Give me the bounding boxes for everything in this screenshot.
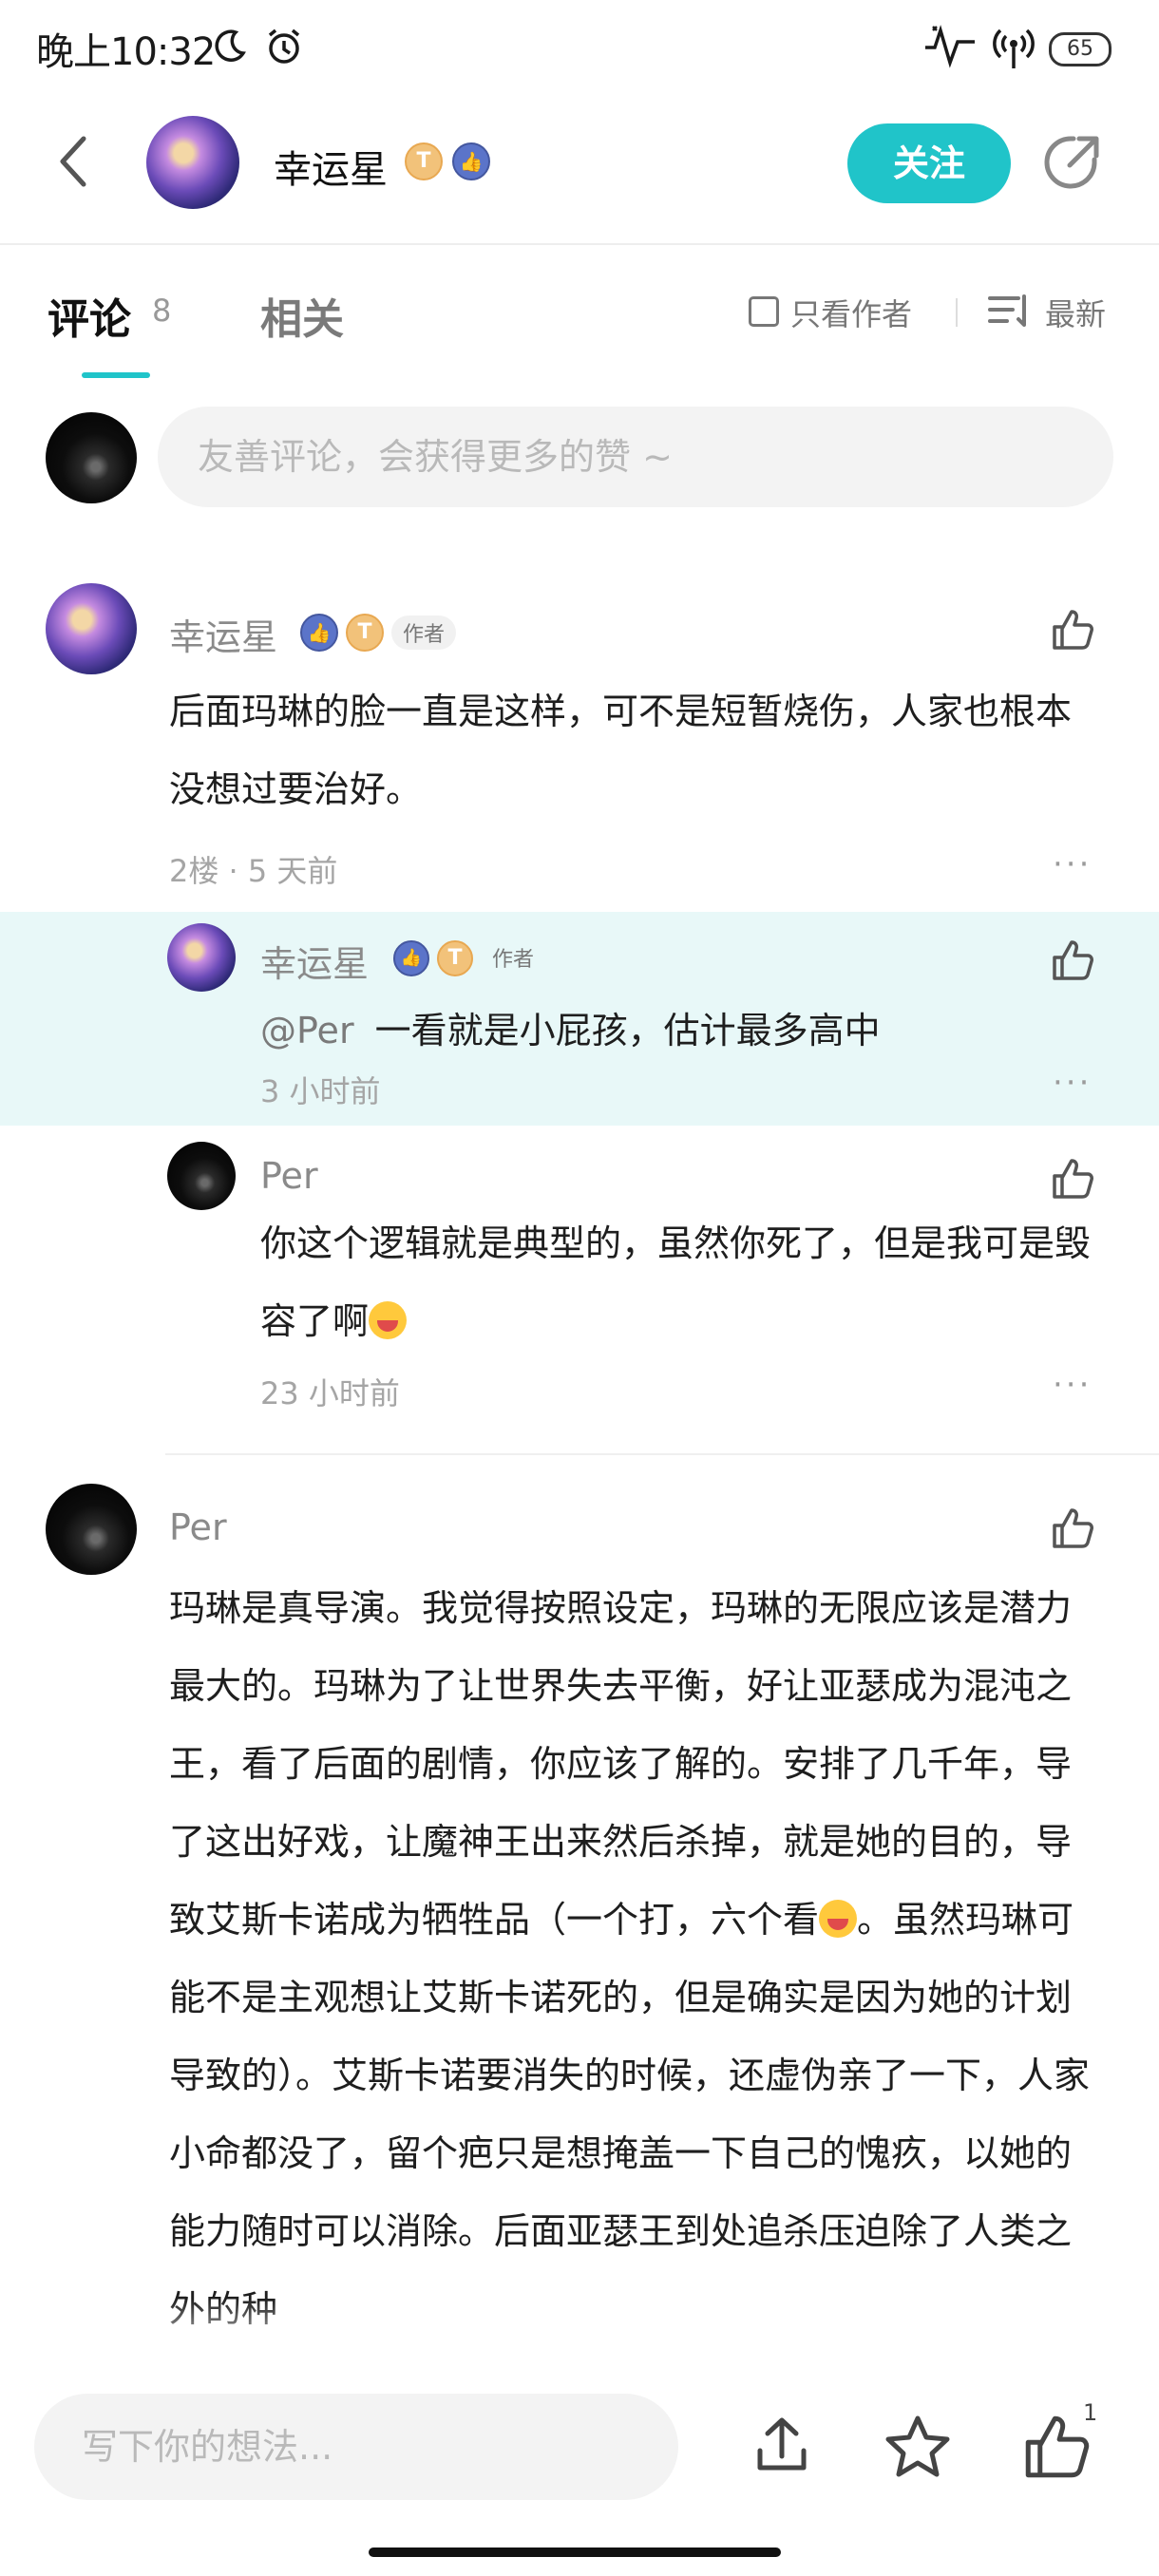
comment-text-part1: 玛琳是真导演。我觉得按照设定，玛琳的无限应该是潜力最大的。玛琳为了让世界失去平衡… [169,1587,1073,1941]
comment-divider [165,1453,1159,1455]
active-tab-indicator [82,372,150,378]
back-icon[interactable] [55,133,93,194]
grinning-emoji-icon [819,1900,858,1938]
more-options-icon[interactable]: ··· [1053,845,1092,883]
alarm-icon [264,27,304,70]
my-avatar [46,412,137,503]
level-badge: T [346,614,384,652]
like-post-icon[interactable] [1022,2413,1091,2485]
reply-avatar[interactable] [167,923,236,992]
reply-text: @Per 一看就是小屁孩，估计最多高中 [260,1001,881,1053]
thumb-badge-icon: 👍 [452,142,490,180]
follow-button[interactable]: 关注 [847,123,1011,203]
status-bar: 晚上10:32 65 [0,0,1159,95]
reply-name[interactable]: 幸运星 [260,935,369,987]
author-avatar[interactable] [146,116,239,209]
commenter-name[interactable]: Per [169,1506,227,1548]
comment-text: 玛琳是真导演。我觉得按照设定，玛琳的无限应该是潜力最大的。玛琳为了让世界失去平衡… [169,1569,1091,2348]
like-icon[interactable] [1051,608,1094,652]
reply-meta: 3 小时前 [260,1073,381,1109]
more-options-icon[interactable]: ··· [1053,1064,1092,1102]
commenter-avatar[interactable] [46,583,137,674]
battery-icon: 65 [1049,32,1112,66]
sort-label[interactable]: 最新 [1045,291,1106,334]
bottom-comment-input[interactable]: 写下你的想法... [34,2394,678,2500]
like-icon[interactable] [1051,938,1094,982]
more-options-icon[interactable]: ··· [1053,1366,1092,1404]
commenter-name[interactable]: 幸运星 [169,608,277,660]
level-badge: T [437,940,473,976]
thumb-badge-icon: 👍 [300,614,338,652]
author-only-checkbox[interactable] [749,296,779,327]
reply-meta: 23 小时前 [260,1375,400,1411]
moon-icon [211,27,249,68]
activity-icon [923,21,977,72]
tab-related[interactable]: 相关 [260,285,344,346]
mention-link[interactable]: @Per [260,1010,354,1051]
filter-divider [956,298,958,327]
favorite-star-icon[interactable] [884,2413,952,2485]
tab-comments[interactable]: 评论 [48,285,131,346]
author-tag: 作者 [391,616,457,650]
commenter-avatar[interactable] [46,1484,137,1575]
reply-name[interactable]: Per [260,1155,318,1197]
like-icon[interactable] [1051,1506,1094,1550]
sort-icon[interactable] [988,293,1032,334]
grinning-emoji-icon [369,1301,408,1339]
comment-text-part2: 。虽然玛琳可能不是主观想让艾斯卡诺死的，但是确实是因为她的计划导致的）。艾斯卡诺… [169,1899,1091,2330]
author-header: 幸运星 T 👍 关注 [0,95,1159,245]
thumb-badge-icon: 👍 [393,940,429,976]
comment-text: 后面玛琳的脸一直是这样，可不是短暂烧伤，人家也根本没想过要治好。 [169,691,1073,810]
author-only-label[interactable]: 只看作者 [790,291,912,334]
reply-avatar[interactable] [167,1142,236,1210]
comment-meta: 2楼 · 5 天前 [169,853,338,889]
comments-count: 8 [152,293,172,329]
author-tag: 作者 [492,948,535,972]
share-icon[interactable] [1041,131,1104,198]
scroll-fade [0,2299,1159,2365]
level-badge: T [405,142,443,180]
hotspot-icon [990,25,1037,76]
reply-text: 你这个逻辑就是典型的，虽然你死了，但是我可是毁容了啊 [260,1204,1106,1360]
author-name[interactable]: 幸运星 [274,139,388,194]
share-upload-icon[interactable] [749,2413,815,2483]
status-time: 晚上10:32 [36,30,216,74]
reply-text-body: 一看就是小屁孩，估计最多高中 [374,1010,881,1051]
home-indicator[interactable] [369,2548,781,2557]
comment-input[interactable]: 友善评论，会获得更多的赞 ~ [158,407,1113,507]
like-icon[interactable] [1051,1157,1094,1201]
like-count: 1 [1083,2399,1098,2426]
